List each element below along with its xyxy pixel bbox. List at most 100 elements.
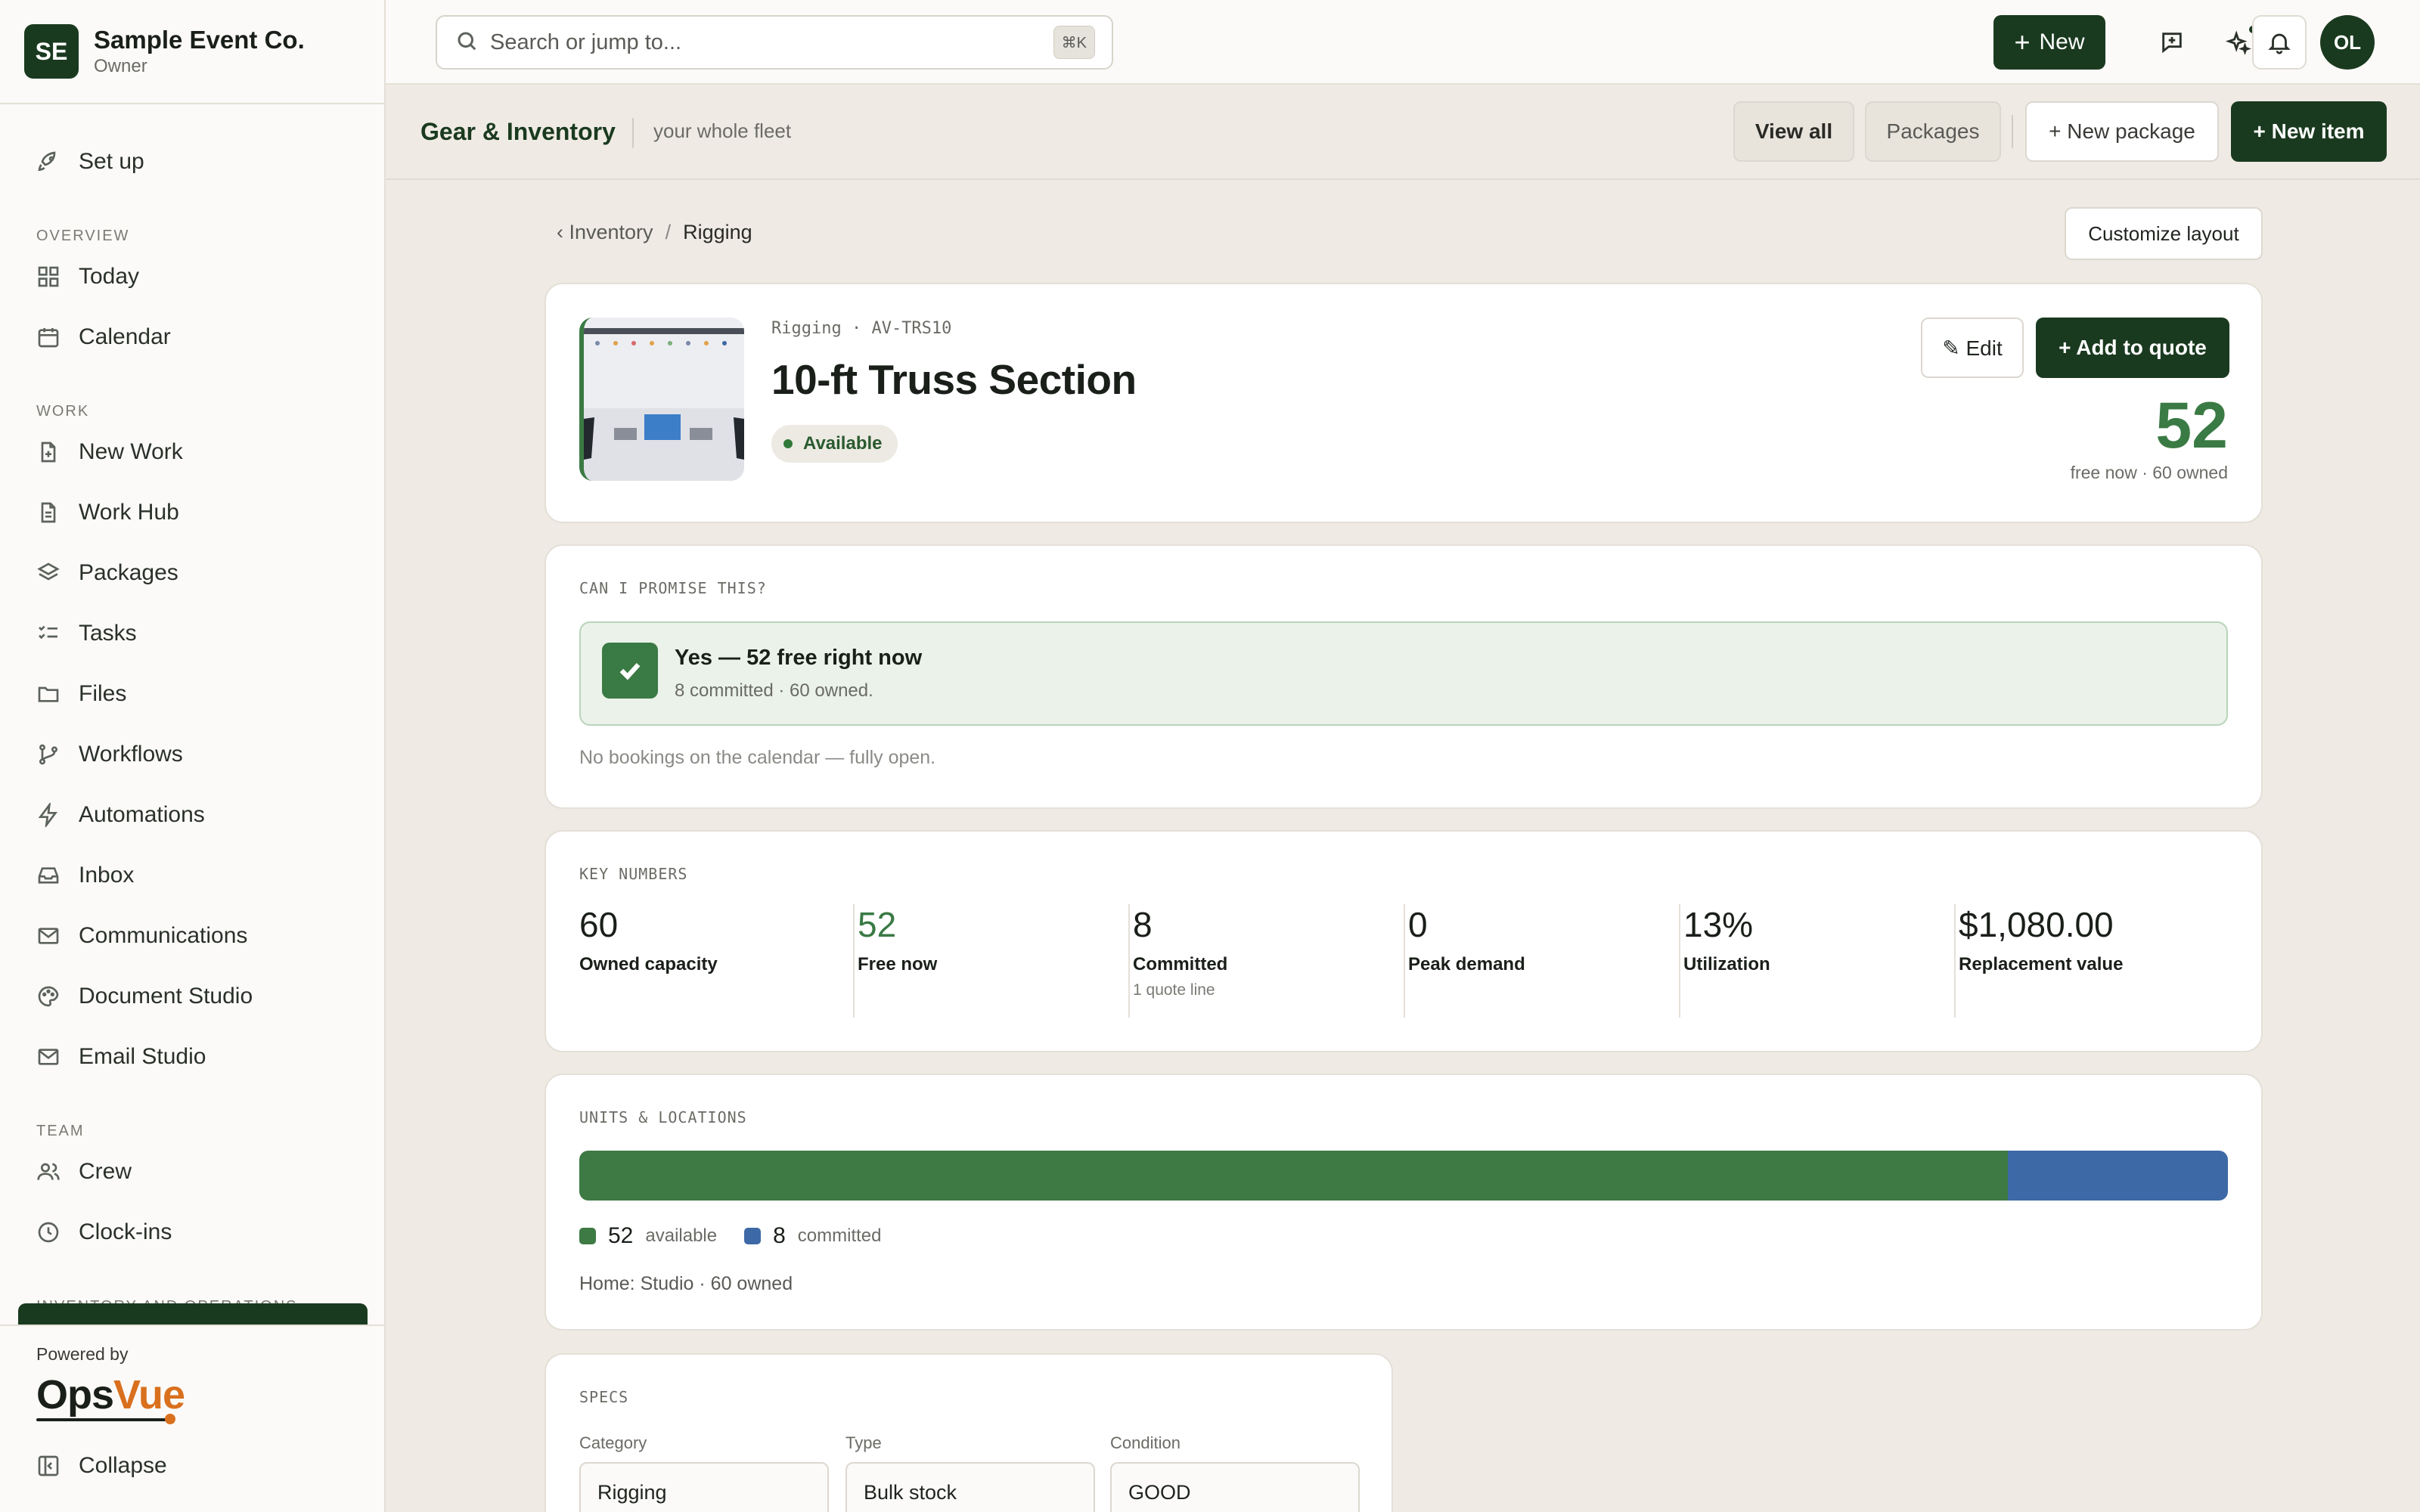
- sidebar-item-label: Files: [79, 681, 127, 706]
- lightning-icon: [36, 803, 60, 827]
- sidebar-item-communications[interactable]: Communications: [0, 906, 384, 966]
- sidebar-item-label: Packages: [79, 560, 178, 585]
- breadcrumb-back-link[interactable]: ‹ Inventory: [557, 221, 653, 244]
- search-box[interactable]: ⌘K: [436, 15, 1113, 70]
- promise-result: Yes — 52 free right now 8 committed · 60…: [579, 621, 2228, 726]
- sidebar-item-label: Workflows: [79, 742, 183, 767]
- sidebar-item-label: Calendar: [79, 324, 171, 349]
- category-field[interactable]: Rigging: [579, 1462, 829, 1512]
- sidebar-item-files[interactable]: Files: [0, 664, 384, 724]
- truss-image: [584, 318, 744, 481]
- edit-button[interactable]: ✎ Edit: [1921, 318, 2024, 378]
- sidebar-item-inbox[interactable]: Inbox: [0, 845, 384, 906]
- search-input[interactable]: [490, 29, 1019, 55]
- message-plus-icon: [2162, 33, 2182, 54]
- legend-committed: 8 committed: [744, 1223, 882, 1249]
- card-label: CAN I PROMISE THIS?: [579, 579, 767, 597]
- key-numbers-card: KEY NUMBERS 60 Owned capacity 52 Free no…: [544, 830, 2263, 1052]
- sidebar-item-work-hub[interactable]: Work Hub: [0, 482, 384, 543]
- sidebar-item-label: Automations: [79, 802, 205, 827]
- sidebar-item-crew[interactable]: Crew: [0, 1142, 384, 1202]
- sidebar-item-automations[interactable]: Automations: [0, 785, 384, 845]
- condition-field[interactable]: GOOD: [1110, 1462, 1360, 1512]
- notifications-button[interactable]: [2252, 15, 2307, 70]
- card-label: KEY NUMBERS: [579, 865, 688, 883]
- packages-button[interactable]: Packages: [1865, 101, 2001, 162]
- new-item-button[interactable]: + New item: [2231, 101, 2387, 162]
- section-work: WORK: [36, 403, 90, 420]
- sidebar-item-new-work[interactable]: New Work: [0, 422, 384, 482]
- new-button[interactable]: + New: [1993, 15, 2105, 70]
- clock-icon: [36, 1220, 60, 1244]
- logo-dot: [165, 1414, 175, 1424]
- collapse-button[interactable]: Collapse: [36, 1453, 167, 1479]
- sidebar-item-packages[interactable]: Packages: [0, 543, 384, 603]
- sidebar-item-label: Inbox: [79, 863, 135, 888]
- condition-label: Condition: [1110, 1433, 1181, 1452]
- user-avatar[interactable]: OL: [2320, 15, 2375, 70]
- sidebar: SE Sample Event Co. Owner Set up OVERVIE…: [0, 0, 386, 1512]
- view-all-button[interactable]: View all: [1733, 101, 1854, 162]
- mail-icon: [36, 1045, 60, 1069]
- sidebar-nav: Set up OVERVIEW Today Calendar WORK New …: [0, 104, 384, 1314]
- sidebar-item-label: Communications: [79, 923, 248, 948]
- collapse-label: Collapse: [79, 1453, 167, 1478]
- sidebar-item-document-studio[interactable]: Document Studio: [0, 966, 384, 1027]
- sidebar-item-email-studio[interactable]: Email Studio: [0, 1027, 384, 1087]
- committed-swatch: [744, 1228, 762, 1244]
- search-icon: [455, 29, 478, 56]
- breadcrumb-separator: /: [665, 221, 672, 243]
- available-swatch: [579, 1228, 596, 1244]
- breadcrumb: ‹ Inventory / Rigging: [557, 221, 752, 244]
- branch-icon: [36, 742, 60, 767]
- sidebar-item-label: New Work: [79, 439, 183, 464]
- sidebar-item-today[interactable]: Today: [0, 246, 384, 307]
- free-now-subtitle: free now · 60 owned: [2070, 463, 2228, 482]
- add-to-quote-button[interactable]: + Add to quote: [2036, 318, 2229, 378]
- check-icon: [602, 643, 658, 699]
- folder-icon: [36, 682, 60, 706]
- feedback-button[interactable]: [2145, 15, 2199, 70]
- divider: [632, 118, 634, 148]
- type-field[interactable]: Bulk stock: [845, 1462, 1095, 1512]
- stat-utilization: 13% Utilization: [1679, 904, 1770, 1018]
- app-root: SE Sample Event Co. Owner Set up OVERVIE…: [0, 0, 2420, 1512]
- sidebar-item-clock-ins[interactable]: Clock-ins: [0, 1202, 384, 1263]
- sidebar-item-workflows[interactable]: Workflows: [0, 724, 384, 785]
- file-plus-icon: [36, 440, 60, 464]
- sidebar-item-label: Tasks: [79, 621, 137, 646]
- sparkles-icon: [2226, 30, 2251, 55]
- item-title: 10-ft Truss Section: [771, 356, 1137, 403]
- promise-card: CAN I PROMISE THIS? Yes — 52 free right …: [544, 544, 2263, 809]
- grid-icon: [36, 265, 60, 289]
- available-segment: [579, 1151, 2009, 1201]
- logo-underline: [36, 1418, 169, 1421]
- sidebar-item-label: Email Studio: [79, 1044, 206, 1069]
- stat-committed: 8 Committed 1 quote line: [1128, 904, 1227, 1018]
- new-package-button[interactable]: + New package: [2025, 101, 2219, 162]
- home-location: Home: Studio · 60 owned: [579, 1273, 793, 1294]
- section-title: Gear & Inventory: [420, 118, 616, 145]
- section-description: your whole fleet: [653, 119, 792, 142]
- collapse-icon: [38, 1455, 59, 1476]
- stat-owned-capacity: 60 Owned capacity: [579, 905, 718, 974]
- sidebar-item-setup[interactable]: Set up: [0, 132, 384, 192]
- sidebar-item-label: Crew: [79, 1159, 132, 1184]
- sidebar-item-calendar[interactable]: Calendar: [0, 307, 384, 367]
- promise-title: Yes — 52 free right now: [675, 646, 923, 670]
- stat-free-now: 52 Free now: [853, 904, 937, 1018]
- section-header: Gear & Inventory your whole fleet View a…: [386, 85, 2420, 180]
- org-switcher[interactable]: SE Sample Event Co. Owner: [0, 0, 384, 104]
- status-badge: Available: [771, 425, 898, 463]
- item-thumbnail: [579, 318, 744, 481]
- availability-bar: [579, 1151, 2228, 1201]
- calendar-icon: [36, 325, 60, 349]
- layers-icon: [36, 561, 60, 585]
- users-icon: [36, 1160, 60, 1184]
- availability-legend: 52 available 8 committed: [579, 1223, 909, 1249]
- sidebar-item-tasks[interactable]: Tasks: [0, 603, 384, 664]
- document-icon: [36, 500, 60, 525]
- promise-note: No bookings on the calendar — fully open…: [579, 747, 936, 768]
- committed-segment: [2008, 1151, 2228, 1201]
- customize-layout-button[interactable]: Customize layout: [2065, 207, 2263, 260]
